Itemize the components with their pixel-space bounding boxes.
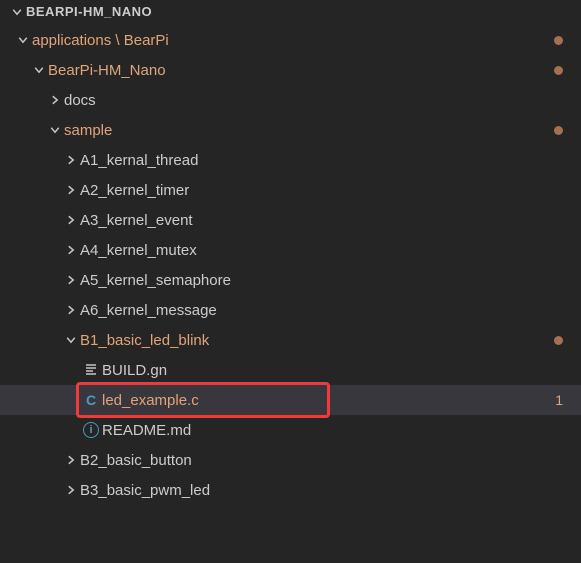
chevron-right-icon bbox=[62, 214, 80, 226]
git-status-dot-icon bbox=[554, 126, 563, 135]
explorer-header[interactable]: BEARPI-HM_NANO bbox=[0, 0, 581, 23]
git-change-count: 1 bbox=[549, 392, 563, 408]
tree-folder-a1[interactable]: A1_kernal_thread bbox=[0, 145, 581, 175]
folder-label: A6_kernel_message bbox=[80, 302, 217, 319]
workspace-title: BEARPI-HM_NANO bbox=[26, 4, 152, 19]
folder-label: A3_kernel_event bbox=[80, 212, 193, 229]
folder-label: A5_kernel_semaphore bbox=[80, 272, 231, 289]
info-file-icon: i bbox=[80, 422, 102, 438]
chevron-right-icon bbox=[62, 274, 80, 286]
file-tree: applications \ BearPi BearPi-HM_Nano doc… bbox=[0, 23, 581, 507]
git-status-dot-icon bbox=[554, 36, 563, 45]
tree-folder-a4[interactable]: A4_kernel_mutex bbox=[0, 235, 581, 265]
chevron-down-icon bbox=[14, 34, 32, 46]
chevron-right-icon bbox=[62, 184, 80, 196]
folder-label: BearPi-HM_Nano bbox=[48, 62, 166, 79]
folder-label: sample bbox=[64, 122, 112, 139]
folder-label: B1_basic_led_blink bbox=[80, 332, 209, 349]
chevron-right-icon bbox=[62, 304, 80, 316]
tree-folder-a3[interactable]: A3_kernel_event bbox=[0, 205, 581, 235]
file-label: README.md bbox=[102, 422, 191, 439]
tree-folder-docs[interactable]: docs bbox=[0, 85, 581, 115]
folder-label: A4_kernel_mutex bbox=[80, 242, 197, 259]
tree-folder-a2[interactable]: A2_kernel_timer bbox=[0, 175, 581, 205]
tree-folder-b2[interactable]: B2_basic_button bbox=[0, 445, 581, 475]
tree-folder-bearpi-hm-nano[interactable]: BearPi-HM_Nano bbox=[0, 55, 581, 85]
file-lines-icon bbox=[80, 362, 102, 378]
folder-label: A1_kernal_thread bbox=[80, 152, 198, 169]
tree-file-led-example[interactable]: C led_example.c 1 bbox=[0, 385, 581, 415]
chevron-right-icon bbox=[62, 484, 80, 496]
chevron-down-icon bbox=[8, 6, 26, 18]
tree-folder-sample[interactable]: sample bbox=[0, 115, 581, 145]
tree-folder-a6[interactable]: A6_kernel_message bbox=[0, 295, 581, 325]
tree-folder-a5[interactable]: A5_kernel_semaphore bbox=[0, 265, 581, 295]
folder-label: A2_kernel_timer bbox=[80, 182, 189, 199]
tree-folder-applications-bearpi[interactable]: applications \ BearPi bbox=[0, 25, 581, 55]
folder-label: B3_basic_pwm_led bbox=[80, 482, 210, 499]
tree-file-build-gn[interactable]: BUILD.gn bbox=[0, 355, 581, 385]
chevron-down-icon bbox=[30, 64, 48, 76]
c-file-icon: C bbox=[80, 391, 102, 409]
file-label: BUILD.gn bbox=[102, 362, 167, 379]
folder-label: applications \ BearPi bbox=[32, 32, 169, 49]
folder-label: docs bbox=[64, 92, 96, 109]
chevron-right-icon bbox=[46, 94, 64, 106]
chevron-down-icon bbox=[62, 334, 80, 346]
file-label: led_example.c bbox=[102, 392, 199, 409]
chevron-right-icon bbox=[62, 154, 80, 166]
chevron-right-icon bbox=[62, 454, 80, 466]
folder-label: B2_basic_button bbox=[80, 452, 192, 469]
tree-folder-b3[interactable]: B3_basic_pwm_led bbox=[0, 475, 581, 505]
git-status-dot-icon bbox=[554, 336, 563, 345]
chevron-right-icon bbox=[62, 244, 80, 256]
git-status-dot-icon bbox=[554, 66, 563, 75]
chevron-down-icon bbox=[46, 124, 64, 136]
tree-file-readme[interactable]: i README.md bbox=[0, 415, 581, 445]
tree-folder-b1[interactable]: B1_basic_led_blink bbox=[0, 325, 581, 355]
